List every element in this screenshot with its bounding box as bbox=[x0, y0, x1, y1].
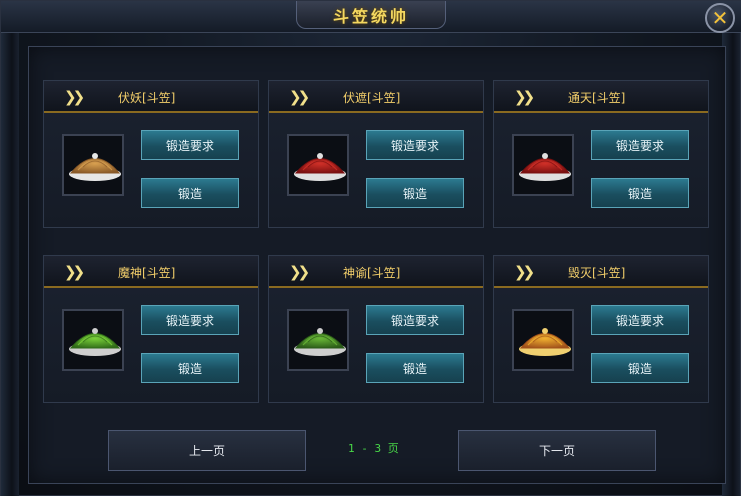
content-panel: ❯❯ 伏妖[斗笠] 锻造要求 锻造 ❯❯ 伏遮[斗笠] 锻造要求 锻造 ❯❯ 通… bbox=[28, 46, 726, 484]
forge-button[interactable]: 锻造 bbox=[366, 353, 464, 383]
item-slot[interactable] bbox=[512, 134, 574, 196]
forge-button[interactable]: 锻造 bbox=[141, 353, 239, 383]
page-indicator: 1 - 3 页 bbox=[348, 442, 399, 455]
card-title: 毁灭[斗笠] bbox=[568, 266, 626, 280]
item-slot[interactable] bbox=[62, 134, 124, 196]
forge-requirement-button[interactable]: 锻造要求 bbox=[366, 130, 464, 160]
chevron-right-icon: ❯❯ bbox=[64, 263, 85, 281]
chevron-right-icon: ❯❯ bbox=[64, 88, 85, 106]
card-header: ❯❯ 神谕[斗笠] bbox=[269, 256, 483, 288]
card-title: 通天[斗笠] bbox=[568, 91, 626, 105]
hat-card: ❯❯ 伏遮[斗笠] 锻造要求 锻造 bbox=[268, 80, 484, 228]
green-hat-icon bbox=[69, 328, 121, 356]
hat-card: ❯❯ 毁灭[斗笠] 锻造要求 锻造 bbox=[493, 255, 709, 403]
card-title: 伏妖[斗笠] bbox=[118, 91, 176, 105]
next-page-button[interactable]: 下一页 bbox=[458, 430, 656, 471]
title-bar: 斗笠统帅 ✕ bbox=[1, 1, 741, 33]
forge-requirement-button[interactable]: 锻造要求 bbox=[141, 130, 239, 160]
gold-hat-icon bbox=[519, 328, 571, 356]
item-slot[interactable] bbox=[287, 134, 349, 196]
forge-requirement-button[interactable]: 锻造要求 bbox=[141, 305, 239, 335]
card-header: ❯❯ 通天[斗笠] bbox=[494, 81, 708, 113]
close-button[interactable]: ✕ bbox=[705, 3, 735, 33]
hat-card: ❯❯ 神谕[斗笠] 锻造要求 锻造 bbox=[268, 255, 484, 403]
card-header: ❯❯ 伏遮[斗笠] bbox=[269, 81, 483, 113]
card-title: 伏遮[斗笠] bbox=[343, 91, 401, 105]
chevron-right-icon: ❯❯ bbox=[289, 88, 310, 106]
item-slot[interactable] bbox=[62, 309, 124, 371]
card-header: ❯❯ 毁灭[斗笠] bbox=[494, 256, 708, 288]
window-title: 斗笠统帅 bbox=[332, 6, 409, 26]
forge-window: 斗笠统帅 ✕ ❯❯ 伏妖[斗笠] 锻造要求 锻造 ❯❯ 伏遮[斗笠] 锻造要求 … bbox=[0, 0, 741, 496]
close-icon: ✕ bbox=[711, 6, 729, 30]
card-title: 魔神[斗笠] bbox=[118, 266, 176, 280]
hat-card: ❯❯ 魔神[斗笠] 锻造要求 锻造 bbox=[43, 255, 259, 403]
title-plate: 斗笠统帅 bbox=[296, 1, 446, 29]
hat-card: ❯❯ 通天[斗笠] 锻造要求 锻造 bbox=[493, 80, 709, 228]
beige-hat-icon bbox=[69, 153, 121, 181]
forge-requirement-button[interactable]: 锻造要求 bbox=[591, 130, 689, 160]
forge-requirement-button[interactable]: 锻造要求 bbox=[591, 305, 689, 335]
hat-card: ❯❯ 伏妖[斗笠] 锻造要求 锻造 bbox=[43, 80, 259, 228]
item-slot[interactable] bbox=[512, 309, 574, 371]
green-hat-icon bbox=[294, 328, 346, 356]
card-header: ❯❯ 伏妖[斗笠] bbox=[44, 81, 258, 113]
card-header: ❯❯ 魔神[斗笠] bbox=[44, 256, 258, 288]
forge-button[interactable]: 锻造 bbox=[366, 178, 464, 208]
forge-requirement-button[interactable]: 锻造要求 bbox=[366, 305, 464, 335]
chevron-right-icon: ❯❯ bbox=[289, 263, 310, 281]
forge-button[interactable]: 锻造 bbox=[141, 178, 239, 208]
forge-button[interactable]: 锻造 bbox=[591, 353, 689, 383]
card-title: 神谕[斗笠] bbox=[343, 266, 401, 280]
chevron-right-icon: ❯❯ bbox=[514, 263, 535, 281]
chevron-right-icon: ❯❯ bbox=[514, 88, 535, 106]
red-hat-icon bbox=[294, 153, 346, 181]
red-hat-icon bbox=[519, 153, 571, 181]
forge-button[interactable]: 锻造 bbox=[591, 178, 689, 208]
window-frame-left bbox=[1, 1, 19, 496]
item-slot[interactable] bbox=[287, 309, 349, 371]
prev-page-button[interactable]: 上一页 bbox=[108, 430, 306, 471]
